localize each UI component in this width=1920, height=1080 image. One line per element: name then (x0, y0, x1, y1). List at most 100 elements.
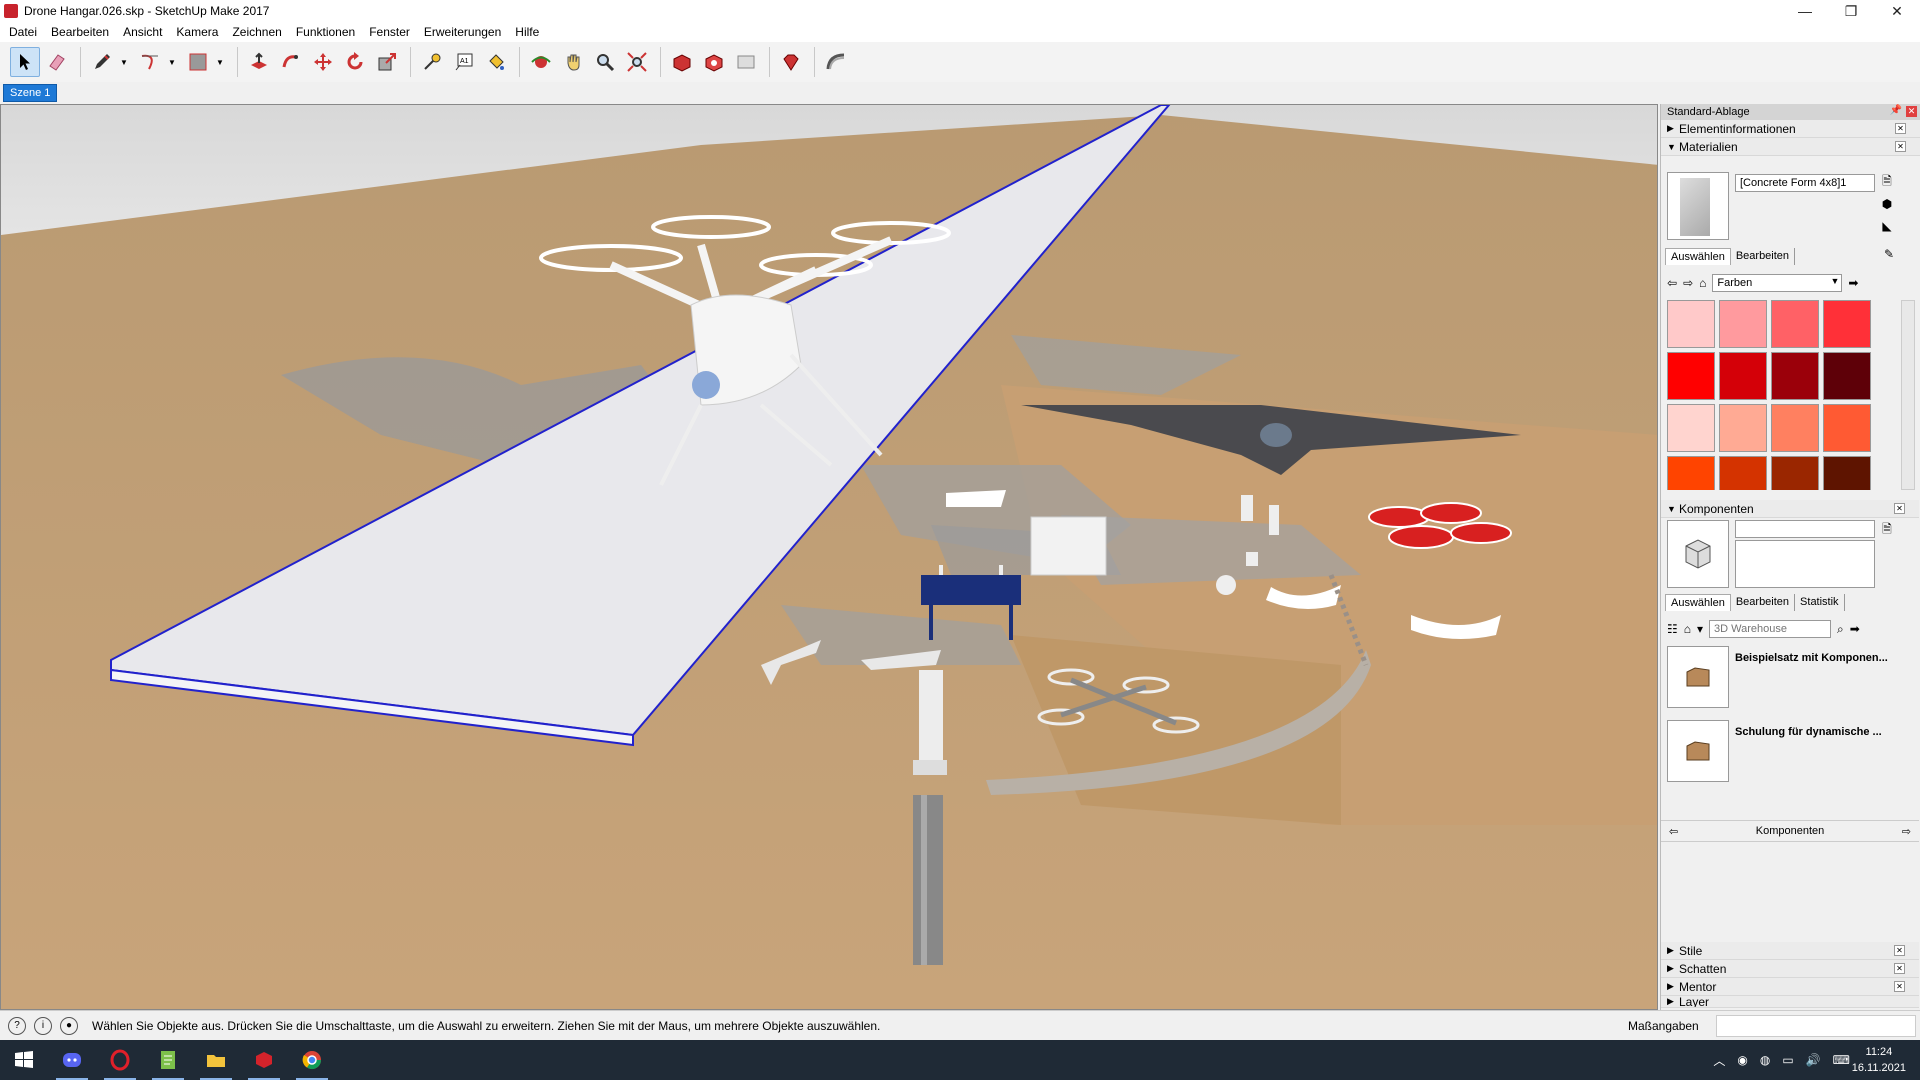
panel-close-icon[interactable]: ✕ (1894, 963, 1905, 974)
component-result-item[interactable]: Beispielsatz mit Komponen... (1667, 646, 1907, 712)
eyedropper-icon[interactable]: ✎ (1881, 246, 1897, 262)
taskbar-chrome[interactable] (288, 1040, 336, 1080)
home-icon[interactable]: ⌂ (1684, 622, 1691, 636)
scale-tool[interactable] (372, 47, 402, 77)
tab-materials-select[interactable]: Auswählen (1665, 248, 1731, 265)
back-arrow-icon[interactable]: ⇦ (1669, 825, 1678, 838)
search-icon[interactable]: ⌕ (1837, 622, 1844, 637)
follow-me-tool[interactable] (276, 47, 306, 77)
panel-close-icon[interactable]: ✕ (1895, 123, 1906, 134)
panel-close-icon[interactable]: ✕ (1894, 945, 1905, 956)
tab-components-edit[interactable]: Bearbeiten (1731, 594, 1796, 611)
orbit-tool[interactable] (526, 47, 556, 77)
panel-mentor[interactable]: ▶ Mentor ✕ (1661, 978, 1919, 996)
panel-close-icon[interactable]: ✕ (1894, 981, 1905, 992)
color-swatch[interactable] (1823, 300, 1871, 348)
material-cube-icon[interactable]: ⬢ (1879, 196, 1895, 212)
details-arrow-icon[interactable]: ➡ (1848, 276, 1858, 290)
tab-materials-edit[interactable]: Bearbeiten (1731, 248, 1796, 265)
rotate-tool[interactable] (340, 47, 370, 77)
extension-manager-tool[interactable] (776, 47, 806, 77)
dropdown-arrow-icon[interactable]: ▾ (1697, 622, 1703, 636)
color-swatch[interactable] (1771, 352, 1819, 400)
color-swatch[interactable] (1667, 456, 1715, 490)
tape-measure-tool[interactable] (417, 47, 447, 77)
keyboard-icon[interactable]: ⌨ (1833, 1053, 1850, 1067)
menu-fenster[interactable]: Fenster (362, 25, 417, 39)
rectangle-tool[interactable] (183, 47, 213, 77)
component-details-icon[interactable]: 🗎 (1879, 522, 1895, 538)
arc-tool[interactable] (135, 47, 165, 77)
color-swatch[interactable] (1667, 404, 1715, 452)
select-tool[interactable] (10, 47, 40, 77)
color-swatch[interactable] (1771, 404, 1819, 452)
taskbar-opera[interactable] (96, 1040, 144, 1080)
scene-tab-1[interactable]: Szene 1 (3, 84, 58, 102)
details-arrow-icon[interactable]: ➡ (1850, 622, 1860, 636)
tab-components-statistics[interactable]: Statistik (1795, 594, 1845, 611)
user-icon[interactable]: ● (60, 1016, 78, 1035)
minimize-button[interactable]: — (1782, 0, 1828, 22)
color-swatch[interactable] (1771, 300, 1819, 348)
forward-arrow-icon[interactable]: ⇨ (1902, 825, 1911, 838)
menu-datei[interactable]: Datei (2, 25, 44, 39)
discord-tray-icon[interactable]: ◉ (1737, 1053, 1747, 1067)
default-material-icon[interactable]: ◣ (1879, 218, 1895, 234)
network-tray-icon[interactable]: ◍ (1760, 1053, 1770, 1067)
menu-zeichnen[interactable]: Zeichnen (225, 25, 288, 39)
line-tool-dropdown[interactable]: ▼ (119, 47, 129, 77)
menu-funktionen[interactable]: Funktionen (289, 25, 362, 39)
zoom-tool[interactable] (590, 47, 620, 77)
color-swatch[interactable] (1719, 404, 1767, 452)
home-icon[interactable]: ⌂ (1699, 276, 1706, 290)
move-tool[interactable] (308, 47, 338, 77)
3d-warehouse-tool[interactable] (667, 47, 697, 77)
close-button[interactable]: ✕ (1874, 0, 1920, 22)
panel-shadows[interactable]: ▶ Schatten ✕ (1661, 960, 1919, 978)
palette-scrollbar[interactable] (1901, 300, 1915, 490)
show-hidden-icons-icon[interactable]: ︿ (1713, 1052, 1725, 1069)
color-swatch[interactable] (1719, 456, 1767, 490)
sandbox-tool[interactable] (821, 47, 851, 77)
maximize-button[interactable]: ❐ (1828, 0, 1874, 22)
eraser-tool[interactable] (42, 47, 72, 77)
panel-components[interactable]: ▼ Komponenten ✕ (1661, 500, 1919, 518)
component-name-field[interactable] (1735, 520, 1875, 538)
white-box-object[interactable] (1030, 516, 1107, 576)
panel-entity-info[interactable]: ▶ Elementinformationen ✕ (1661, 120, 1920, 138)
menu-bearbeiten[interactable]: Bearbeiten (44, 25, 116, 39)
color-swatch[interactable] (1667, 352, 1715, 400)
forward-arrow-icon[interactable]: ⇨ (1683, 276, 1693, 290)
taskbar-sketchup[interactable] (240, 1040, 288, 1080)
text-tool[interactable]: A1 (449, 47, 479, 77)
credits-icon[interactable]: i (34, 1016, 52, 1035)
back-arrow-icon[interactable]: ⇦ (1667, 276, 1677, 290)
material-library-select[interactable]: Farben ▼ (1712, 274, 1843, 292)
layout-tool[interactable] (731, 47, 761, 77)
warehouse-search-input[interactable] (1709, 620, 1832, 638)
rectangle-tool-dropdown[interactable]: ▼ (215, 47, 225, 77)
3d-viewport[interactable] (0, 104, 1658, 1010)
panel-close-icon[interactable]: ✕ (1894, 503, 1905, 514)
create-material-icon[interactable]: 🗎 (1879, 174, 1895, 190)
arc-tool-dropdown[interactable]: ▼ (167, 47, 177, 77)
tab-components-select[interactable]: Auswählen (1665, 594, 1731, 611)
view-options-icon[interactable]: ☷ (1667, 622, 1678, 636)
panel-layer[interactable]: ▶ Layer (1661, 996, 1919, 1008)
menu-erweiterungen[interactable]: Erweiterungen (417, 25, 508, 39)
color-swatch[interactable] (1823, 456, 1871, 490)
panel-materials[interactable]: ▼ Materialien ✕ (1661, 138, 1920, 156)
color-swatch[interactable] (1719, 300, 1767, 348)
color-swatch[interactable] (1823, 404, 1871, 452)
push-pull-tool[interactable] (244, 47, 274, 77)
taskbar-discord[interactable] (48, 1040, 96, 1080)
panel-close-icon[interactable]: ✕ (1895, 141, 1906, 152)
pin-icon[interactable]: 📌 (1890, 105, 1902, 116)
panel-styles[interactable]: ▶ Stile ✕ (1661, 942, 1919, 960)
component-description-field[interactable] (1735, 540, 1875, 588)
pan-tool[interactable] (558, 47, 588, 77)
material-preview[interactable] (1667, 172, 1729, 240)
color-swatch[interactable] (1771, 456, 1819, 490)
taskbar-file-explorer[interactable] (192, 1040, 240, 1080)
zoom-extents-tool[interactable] (622, 47, 652, 77)
